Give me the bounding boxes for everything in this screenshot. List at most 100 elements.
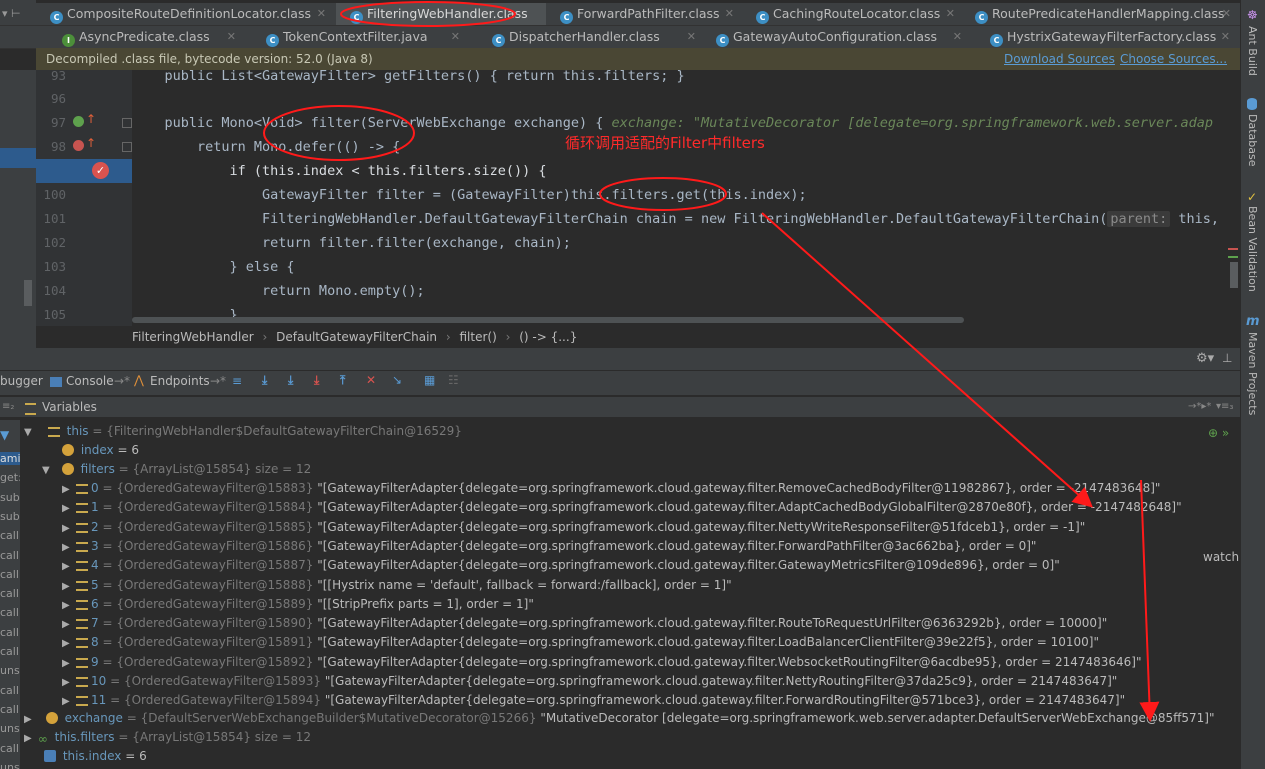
- stack-frame[interactable]: call:: [0, 529, 20, 542]
- horizontal-scrollbar[interactable]: [132, 317, 964, 323]
- drop-frame-icon[interactable]: ✕: [366, 373, 376, 387]
- tab-filtering-web-handler[interactable]: C FilteringWebHandler.class: [336, 3, 546, 25]
- trace-icon[interactable]: ☷: [448, 373, 459, 387]
- expand-arrow-icon[interactable]: ▶: [24, 710, 34, 729]
- stack-frame[interactable]: call:: [0, 645, 20, 658]
- expand-arrow-icon[interactable]: ▶: [62, 519, 72, 538]
- var-filters[interactable]: ▼ filters = {ArrayList@15854} size = 12: [42, 460, 311, 479]
- filter-list-item[interactable]: ▶ 10 = {OrderedGatewayFilter@15893} "[Gat…: [62, 672, 1117, 691]
- stack-frame[interactable]: get:: [0, 471, 20, 484]
- tool-window-ant-build[interactable]: Ant Build: [1246, 26, 1259, 76]
- filter-list-item[interactable]: ▶ 4 = {OrderedGatewayFilter@15887} "[Gate…: [62, 556, 1060, 575]
- add-watch-icon[interactable]: ⊕ »: [1208, 426, 1229, 440]
- download-sources-link[interactable]: Download Sources: [1004, 48, 1115, 70]
- expand-arrow-icon[interactable]: ▶: [62, 538, 72, 557]
- tool-window-maven-projects[interactable]: Maven Projects: [1246, 332, 1259, 415]
- stack-frame[interactable]: call:: [0, 587, 20, 600]
- expand-arrow-icon[interactable]: ▶: [62, 654, 72, 673]
- close-icon[interactable]: ✕: [227, 26, 236, 48]
- expand-arrow-icon[interactable]: ▼: [24, 423, 34, 442]
- tab-caching-route-locator[interactable]: C CachingRouteLocator.class ✕: [756, 3, 961, 25]
- var-this-filters[interactable]: ▶ ∞ this.filters = {ArrayList@15854} siz…: [24, 728, 311, 747]
- frames-icon[interactable]: ≡₂: [2, 397, 14, 417]
- tab-forward-path-filter[interactable]: C ForwardPathFilter.class ✕: [560, 3, 740, 25]
- force-step-into-icon[interactable]: ⤓: [314, 373, 319, 388]
- tab-gateway-autoconfiguration[interactable]: C GatewayAutoConfiguration.class ✕: [716, 26, 968, 48]
- expand-arrow-icon[interactable]: ▼: [42, 461, 52, 480]
- breadcrumb-item[interactable]: DefaultGatewayFilterChain: [276, 330, 437, 344]
- run-to-cursor-icon[interactable]: ↘: [392, 373, 402, 387]
- filter-list-item[interactable]: ▶ 0 = {OrderedGatewayFilter@15883} "[Gate…: [62, 479, 1160, 498]
- tab-debugger[interactable]: bugger: [0, 374, 43, 388]
- fold-icon[interactable]: [122, 142, 132, 152]
- expand-arrow-icon[interactable]: ▶: [62, 615, 72, 634]
- stack-frame[interactable]: call:: [0, 703, 20, 716]
- filter-list-item[interactable]: ▶ 9 = {OrderedGatewayFilter@15892} "[Gate…: [62, 653, 1142, 672]
- filter-list-item[interactable]: ▶ 3 = {OrderedGatewayFilter@15886} "[Gate…: [62, 537, 1036, 556]
- breakpoint-icon[interactable]: ✓: [92, 162, 109, 179]
- pin-icon[interactable]: →*: [210, 374, 226, 388]
- stack-frame[interactable]: subs: [0, 510, 20, 523]
- expand-arrow-icon[interactable]: ▶: [62, 634, 72, 653]
- filter-icon[interactable]: ▼: [0, 428, 9, 442]
- expand-arrow-icon[interactable]: ▶: [62, 577, 72, 596]
- fold-icon[interactable]: [122, 118, 132, 128]
- close-icon[interactable]: ✕: [451, 26, 460, 48]
- close-icon[interactable]: ✕: [725, 3, 734, 25]
- stack-frame[interactable]: call:: [0, 626, 20, 639]
- filter-list-item[interactable]: ▶ 7 = {OrderedGatewayFilter@15890} "[Gate…: [62, 614, 1107, 633]
- stack-frame[interactable]: call:: [0, 742, 20, 755]
- breadcrumb-item[interactable]: filter(): [459, 330, 496, 344]
- close-icon[interactable]: ✕: [953, 26, 962, 48]
- stack-frame[interactable]: call:: [0, 606, 20, 619]
- tool-window-database[interactable]: Database: [1246, 114, 1259, 167]
- tab-composite-route[interactable]: C CompositeRouteDefinitionLocator.class ✕: [50, 3, 332, 25]
- breadcrumb-item[interactable]: () -> {...}: [519, 330, 577, 344]
- stack-frame[interactable]: unsa: [0, 761, 20, 769]
- stack-frame[interactable]: subs: [0, 491, 20, 504]
- stack-frame[interactable]: ami: [0, 452, 20, 465]
- expand-arrow-icon[interactable]: ▶: [62, 499, 72, 518]
- editor-scroll-thumb[interactable]: [1230, 262, 1238, 288]
- step-over-icon[interactable]: ⤓: [262, 373, 267, 388]
- tab-async-predicate[interactable]: I AsyncPredicate.class ✕: [62, 26, 242, 48]
- filter-list-item[interactable]: ▶ 6 = {OrderedGatewayFilter@15889} "[[Str…: [62, 595, 534, 614]
- stack-frame[interactable]: call:: [0, 549, 20, 562]
- var-this[interactable]: ▼ this = {FilteringWebHandler$DefaultGat…: [24, 422, 462, 441]
- step-into-icon[interactable]: ⤓: [288, 373, 293, 388]
- override-icon[interactable]: [73, 116, 84, 127]
- step-out-icon[interactable]: ⤒: [340, 373, 345, 388]
- breadcrumb-item[interactable]: FilteringWebHandler: [132, 330, 254, 344]
- tool-window-bean-validation[interactable]: Bean Validation: [1246, 206, 1259, 292]
- tab-dispatcher-handler[interactable]: C DispatcherHandler.class ✕: [492, 26, 702, 48]
- close-icon[interactable]: ✕: [1221, 26, 1230, 48]
- expand-arrow-icon[interactable]: ▶: [62, 673, 72, 692]
- expand-arrow-icon[interactable]: ▶: [62, 480, 72, 499]
- lambda-icon[interactable]: [73, 140, 84, 151]
- stack-frame[interactable]: unsa: [0, 722, 20, 735]
- expand-arrow-icon[interactable]: ▶: [62, 596, 72, 615]
- filter-list-item[interactable]: ▶ 11 = {OrderedGatewayFilter@15894} "[Gat…: [62, 691, 1125, 710]
- restore-icon[interactable]: →*▸*: [1188, 397, 1211, 417]
- tab-console[interactable]: Console: [66, 374, 114, 388]
- choose-sources-link[interactable]: Choose Sources...: [1120, 48, 1227, 70]
- evaluate-icon[interactable]: ▦: [424, 373, 435, 387]
- code-editor[interactable]: public List<GatewayFilter> getFilters() …: [132, 70, 1240, 326]
- filter-list-item[interactable]: ▶ 8 = {OrderedGatewayFilter@15891} "[Gate…: [62, 633, 1099, 652]
- close-icon[interactable]: ✕: [317, 3, 326, 25]
- tab-token-context-filter[interactable]: C TokenContextFilter.java ✕: [266, 26, 466, 48]
- pin-icon[interactable]: →*: [114, 374, 130, 388]
- left-strip-scroll[interactable]: [24, 280, 32, 306]
- tab-nav-arrows[interactable]: ▾ ⊢: [2, 3, 34, 25]
- filter-list-item[interactable]: ▶ 2 = {OrderedGatewayFilter@15885} "[Gate…: [62, 518, 1085, 537]
- stack-frame[interactable]: call:: [0, 568, 20, 581]
- stack-frame[interactable]: call:: [0, 684, 20, 697]
- expand-arrow-icon[interactable]: ▶: [62, 557, 72, 576]
- tab-route-predicate-handler-mapping[interactable]: C RoutePredicateHandlerMapping.class ✕: [975, 3, 1237, 25]
- close-icon[interactable]: ✕: [946, 3, 955, 25]
- tab-endpoints[interactable]: Endpoints: [150, 374, 210, 388]
- expand-arrow-icon[interactable]: ▶: [24, 729, 34, 748]
- stack-frame[interactable]: unsa: [0, 664, 20, 677]
- layout-icon[interactable]: ▾≡₃: [1216, 397, 1233, 417]
- tab-hystrix-gateway-filter-factory[interactable]: C HystrixGatewayFilterFactory.class ✕: [990, 26, 1236, 48]
